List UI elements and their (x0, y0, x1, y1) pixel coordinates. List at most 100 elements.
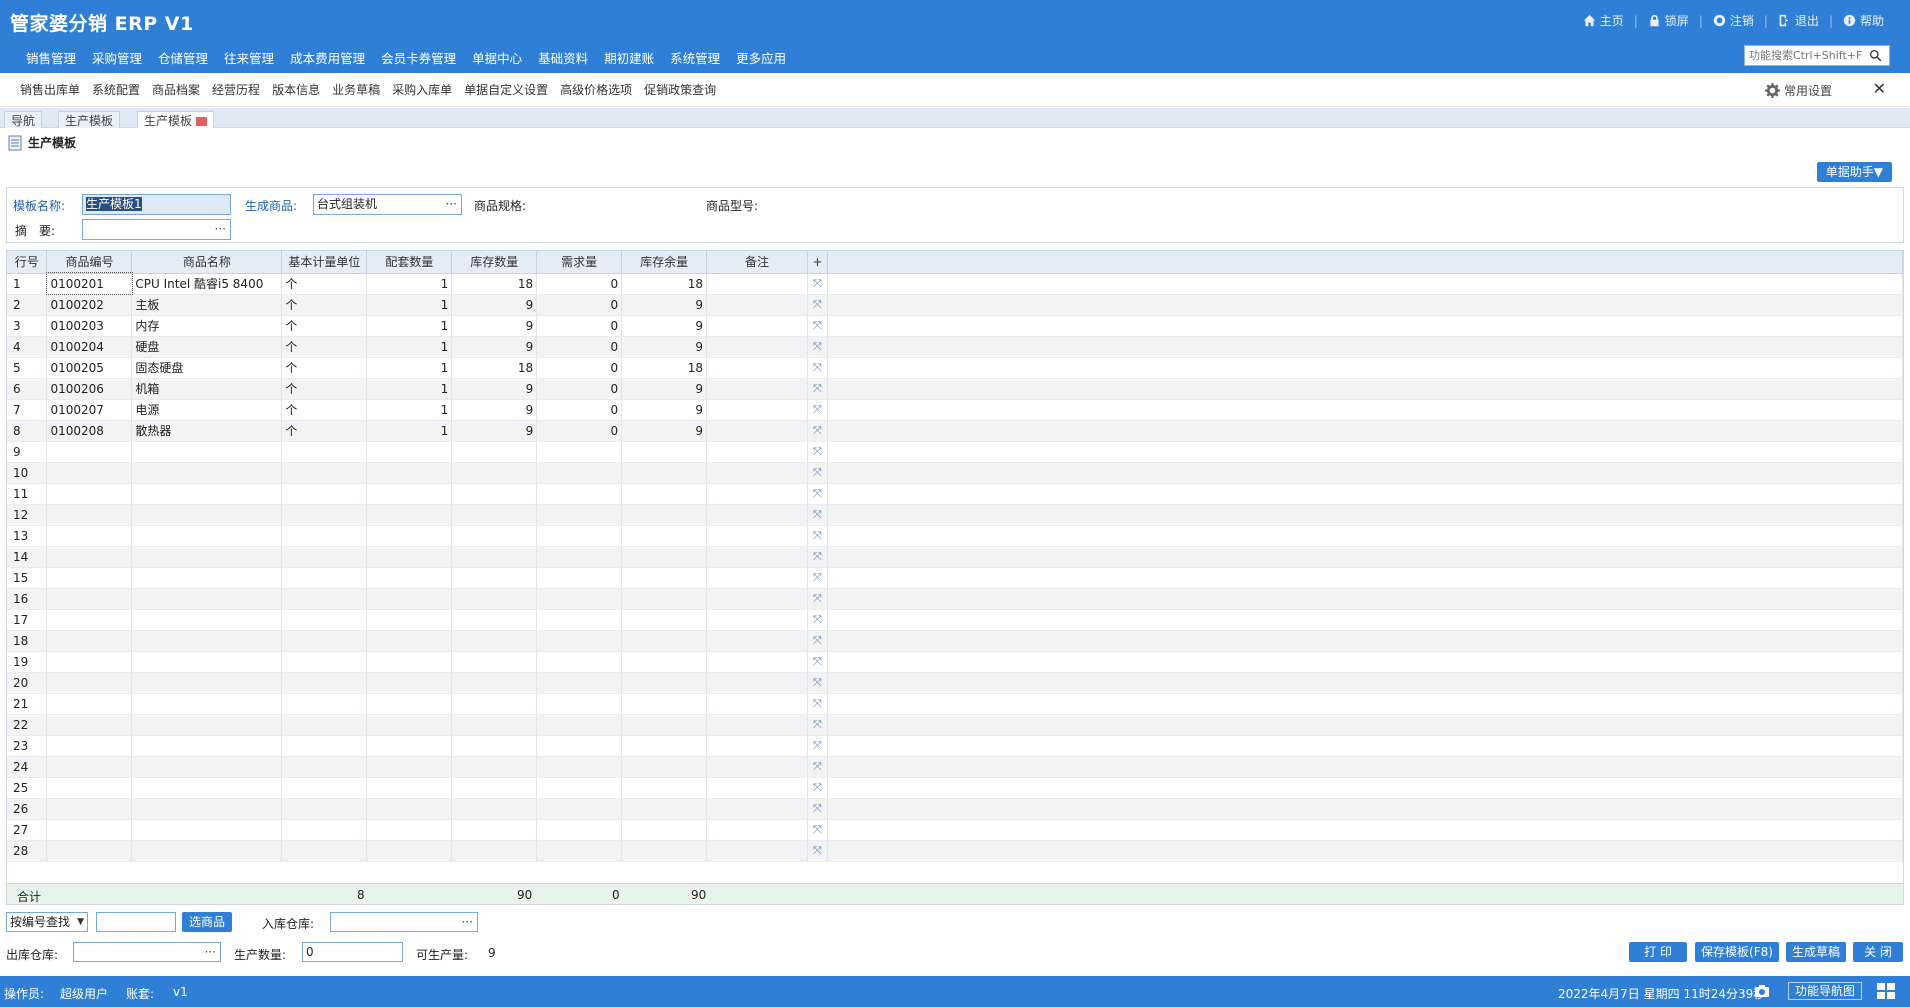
table-row[interactable]: 15 ⤧ (7, 567, 1903, 589)
cell-remain[interactable] (621, 441, 708, 463)
col-name[interactable]: 商品名称 (131, 251, 283, 274)
cell-stock-qty[interactable] (451, 588, 538, 610)
delete-row-icon[interactable]: ⤧ (807, 735, 828, 757)
cell-kit-qty[interactable] (366, 483, 453, 505)
cell-remark[interactable] (706, 735, 808, 757)
cell-code[interactable] (46, 609, 133, 631)
cell-unit[interactable]: 个 (281, 315, 368, 337)
cell-code[interactable] (46, 441, 133, 463)
delete-row-icon[interactable]: ⤧ (807, 693, 828, 715)
cell-kit-qty[interactable]: 1 (366, 336, 453, 358)
cell-kit-qty[interactable] (366, 735, 453, 757)
col-demand[interactable]: 需求量 (536, 251, 623, 274)
cell-name[interactable] (131, 798, 283, 820)
add-column-icon[interactable]: + (807, 251, 828, 274)
cell-unit[interactable] (281, 462, 368, 484)
cell-name[interactable] (131, 630, 283, 652)
table-row[interactable]: 3 0100203 内存个 1 9 0 9 ⤧ (7, 315, 1903, 337)
cell-stock-qty[interactable]: 18 (451, 273, 538, 295)
cell-name[interactable] (131, 525, 283, 547)
cell-demand[interactable] (536, 714, 623, 736)
cell-kit-qty[interactable] (366, 546, 453, 568)
cell-demand[interactable] (536, 672, 623, 694)
cell-unit[interactable]: 个 (281, 399, 368, 421)
table-row[interactable]: 24 ⤧ (7, 756, 1903, 778)
product-picker-icon[interactable]: ··· (446, 195, 457, 214)
cell-remark[interactable] (706, 798, 808, 820)
cell-stock-qty[interactable]: 9 (451, 420, 538, 442)
cell-unit[interactable] (281, 588, 368, 610)
cell-demand[interactable] (536, 462, 623, 484)
cell-demand[interactable]: 0 (536, 273, 623, 295)
cell-name[interactable] (131, 504, 283, 526)
cell-remark[interactable] (706, 315, 808, 337)
quick-price-options[interactable]: 高级价格选项 (554, 81, 638, 98)
quick-drafts[interactable]: 业务草稿 (326, 81, 386, 98)
cell-remain[interactable]: 9 (621, 420, 708, 442)
cell-remain[interactable]: 9 (621, 336, 708, 358)
cell-kit-qty[interactable] (366, 777, 453, 799)
cell-demand[interactable] (536, 735, 623, 757)
quick-doc-custom[interactable]: 单据自定义设置 (458, 81, 554, 98)
cell-code[interactable] (46, 735, 133, 757)
cell-demand[interactable] (536, 819, 623, 841)
cell-code[interactable] (46, 462, 133, 484)
cell-stock-qty[interactable] (451, 525, 538, 547)
cell-remark[interactable] (706, 756, 808, 778)
delete-row-icon[interactable]: ⤧ (807, 336, 828, 358)
in-warehouse-input[interactable]: ··· (330, 912, 478, 932)
menu-accounts[interactable]: 往来管理 (216, 48, 282, 67)
exit-link[interactable]: 退出 (1768, 12, 1829, 29)
cell-kit-qty[interactable]: 1 (366, 315, 453, 337)
cell-remark[interactable] (706, 504, 808, 526)
cell-unit[interactable] (281, 609, 368, 631)
delete-row-icon[interactable]: ⤧ (807, 588, 828, 610)
col-kit-qty[interactable]: 配套数量 (366, 251, 453, 274)
cell-stock-qty[interactable] (451, 840, 538, 862)
home-link[interactable]: 主页 (1573, 12, 1634, 29)
summary-input[interactable]: ··· (82, 219, 231, 240)
cell-demand[interactable]: 0 (536, 336, 623, 358)
cell-demand[interactable] (536, 756, 623, 778)
cell-kit-qty[interactable]: 1 (366, 399, 453, 421)
cell-remain[interactable] (621, 777, 708, 799)
tab-production-template-2[interactable]: 生产模板 (137, 111, 215, 128)
table-row[interactable]: 1 0100201 CPU Intel 酷睿i5 8400 个 1 18 0 18 ⤧ (7, 272, 1903, 295)
cell-unit[interactable]: 个 (281, 378, 368, 400)
cell-remain[interactable] (621, 567, 708, 589)
cell-unit[interactable] (281, 672, 368, 694)
cell-code[interactable] (46, 840, 133, 862)
cell-kit-qty[interactable]: 1 (366, 420, 453, 442)
cell-remark[interactable] (706, 294, 808, 316)
table-row[interactable]: 26 ⤧ (7, 798, 1903, 820)
cell-remark[interactable] (706, 567, 808, 589)
cell-demand[interactable] (536, 798, 623, 820)
cell-unit[interactable] (281, 504, 368, 526)
table-row[interactable]: 23 ⤧ (7, 735, 1903, 757)
cell-code[interactable]: 0100207 (46, 399, 133, 421)
cell-code[interactable] (46, 672, 133, 694)
cell-code[interactable] (46, 777, 133, 799)
quick-promo-query[interactable]: 促销政策查询 (638, 81, 722, 98)
table-row[interactable]: 19 ⤧ (7, 651, 1903, 673)
generate-draft-button[interactable]: 生成草稿 (1786, 942, 1846, 962)
delete-row-icon[interactable]: ⤧ (807, 672, 828, 694)
col-remark[interactable]: 备注 (706, 251, 808, 274)
cell-unit[interactable] (281, 819, 368, 841)
menu-system[interactable]: 系统管理 (662, 48, 728, 67)
cell-remark[interactable] (706, 483, 808, 505)
function-nav-map-button[interactable]: 功能导航图 (1787, 982, 1862, 1000)
cell-demand[interactable] (536, 777, 623, 799)
cell-remain[interactable] (621, 462, 708, 484)
cell-stock-qty[interactable] (451, 819, 538, 841)
cell-code[interactable] (46, 819, 133, 841)
cell-stock-qty[interactable] (451, 672, 538, 694)
cell-code[interactable] (46, 756, 133, 778)
cell-unit[interactable] (281, 525, 368, 547)
delete-row-icon[interactable]: ⤧ (807, 462, 828, 484)
cell-demand[interactable] (536, 630, 623, 652)
menu-opening[interactable]: 期初建账 (596, 48, 662, 67)
cell-demand[interactable] (536, 546, 623, 568)
cell-demand[interactable] (536, 693, 623, 715)
cell-remain[interactable] (621, 483, 708, 505)
